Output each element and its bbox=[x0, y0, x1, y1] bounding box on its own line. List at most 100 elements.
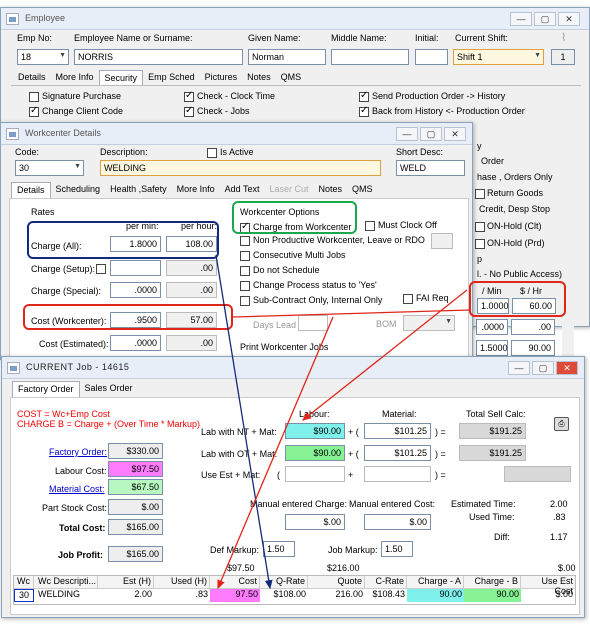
short-desc-field[interactable]: WELD bbox=[396, 160, 465, 176]
tab-details[interactable]: Details bbox=[11, 182, 51, 198]
initial-field[interactable] bbox=[415, 49, 448, 65]
tab-security[interactable]: Security bbox=[98, 70, 144, 86]
perm-checkbox[interactable] bbox=[359, 105, 369, 117]
grid-header[interactable]: Charge - B bbox=[464, 576, 521, 588]
perm-checkbox[interactable] bbox=[475, 239, 485, 249]
description-field[interactable]: WELDING bbox=[100, 160, 381, 176]
perm-checkbox[interactable] bbox=[359, 90, 369, 102]
tab-factory-order[interactable]: Factory Order bbox=[12, 381, 80, 397]
total-field[interactable]: $191.25 bbox=[459, 423, 526, 439]
grid-header[interactable]: Used (H) bbox=[154, 576, 210, 588]
given-field[interactable]: Norman bbox=[248, 49, 326, 65]
grid-cell[interactable]: 90.00 bbox=[407, 589, 464, 602]
maximize-button[interactable]: ▢ bbox=[532, 361, 554, 375]
grid-header[interactable]: C-Rate bbox=[365, 576, 407, 588]
grid-cell[interactable]: $108.43 bbox=[365, 589, 407, 602]
grid-cell[interactable]: $108.00 bbox=[260, 589, 308, 602]
rate-min-field[interactable]: .0000 bbox=[476, 319, 508, 335]
rate-min-field[interactable] bbox=[110, 260, 161, 276]
tab-add-text[interactable]: Add Text bbox=[220, 182, 265, 198]
grid-header[interactable]: Wc bbox=[14, 576, 34, 588]
grid-cell[interactable]: 30 bbox=[14, 589, 34, 602]
tab-qms[interactable]: QMS bbox=[347, 182, 378, 198]
grid-header[interactable]: Q-Rate bbox=[260, 576, 308, 588]
grid-cell[interactable]: 97.50 bbox=[210, 589, 260, 602]
tab-sales-order[interactable]: Sales Order bbox=[80, 381, 138, 397]
grid-cell[interactable]: 2.00 bbox=[98, 589, 154, 602]
rate-hour-field[interactable]: .00 bbox=[166, 260, 217, 276]
rate-hr-field[interactable]: .00 bbox=[511, 319, 555, 335]
table-row[interactable]: 30 WELDING 2.00 .83 97.50 $108.00 216.00… bbox=[14, 589, 575, 602]
manual-cost-field[interactable]: $.00 bbox=[364, 514, 431, 530]
material-field[interactable]: $101.25 bbox=[364, 445, 431, 461]
bom-select[interactable]: ▼ bbox=[403, 315, 455, 331]
rate-hour-field[interactable]: .00 bbox=[166, 335, 217, 351]
labour-field[interactable]: $90.00 bbox=[285, 423, 345, 439]
shift-number-field[interactable]: 1 bbox=[551, 49, 575, 65]
minimize-button[interactable]: — bbox=[396, 127, 418, 141]
material-cost-link[interactable]: Material Cost: bbox=[49, 484, 105, 494]
perm-checkbox[interactable] bbox=[29, 92, 39, 102]
paperclip-icon[interactable]: ⌇ bbox=[561, 31, 566, 44]
days-lead-field[interactable] bbox=[298, 315, 328, 331]
close-button[interactable]: ✕ bbox=[556, 361, 578, 375]
code-select[interactable]: 30 ▼ bbox=[15, 160, 84, 176]
material-field[interactable] bbox=[364, 466, 431, 482]
tab-qms[interactable]: QMS bbox=[276, 70, 307, 86]
grid-cell[interactable]: WELDING bbox=[34, 589, 98, 602]
surname-field[interactable]: NORRIS bbox=[74, 49, 243, 65]
middle-field[interactable] bbox=[331, 49, 409, 65]
minimize-button[interactable]: — bbox=[510, 12, 532, 26]
rate-min-field[interactable]: .0000 bbox=[110, 282, 161, 298]
labour-field[interactable]: $90.00 bbox=[285, 445, 345, 461]
must-clock-checkbox[interactable] bbox=[365, 221, 375, 231]
total-field[interactable] bbox=[504, 466, 571, 482]
perm-checkbox[interactable] bbox=[184, 90, 194, 102]
tab-scheduling[interactable]: Scheduling bbox=[51, 182, 106, 198]
tab-laser-cut[interactable]: Laser Cut bbox=[264, 182, 313, 198]
grid-header[interactable]: Use Est Cost bbox=[521, 576, 575, 596]
labour-cost-field[interactable]: $97.50 bbox=[108, 461, 163, 477]
grid-header[interactable]: Wc Descripti... bbox=[34, 576, 98, 588]
grid-header[interactable]: Cost bbox=[210, 576, 260, 588]
setup-checkbox[interactable] bbox=[96, 264, 106, 274]
perm-checkbox[interactable] bbox=[475, 189, 485, 199]
option-checkbox[interactable] bbox=[240, 296, 250, 306]
close-button[interactable]: ✕ bbox=[444, 127, 466, 141]
job-markup-field[interactable]: 1.50 bbox=[381, 541, 413, 557]
printer-icon[interactable]: ⎙ bbox=[554, 417, 569, 431]
perm-checkbox[interactable] bbox=[475, 222, 485, 232]
minimize-button[interactable]: — bbox=[508, 361, 530, 375]
option-checkbox[interactable] bbox=[240, 236, 250, 246]
perm-checkbox[interactable] bbox=[29, 105, 39, 117]
fai-checkbox[interactable] bbox=[403, 294, 413, 304]
def-markup-field[interactable]: 1.50 bbox=[263, 541, 295, 557]
material-field[interactable]: $101.25 bbox=[364, 423, 431, 439]
leave-field[interactable] bbox=[431, 233, 453, 249]
total-field[interactable]: $191.25 bbox=[459, 445, 526, 461]
option-checkbox[interactable] bbox=[240, 266, 250, 276]
factory-order-link[interactable]: Factory Order: bbox=[49, 447, 107, 457]
total-cost-field[interactable]: $165.00 bbox=[108, 519, 163, 535]
tab-more-info[interactable]: More Info bbox=[51, 70, 99, 86]
rate-min-field[interactable]: 1.5000 bbox=[476, 340, 508, 356]
grid-cell[interactable]: 90.00 bbox=[464, 589, 521, 602]
grid-cell[interactable]: $.00 bbox=[521, 589, 575, 602]
is-active-checkbox[interactable] bbox=[207, 148, 217, 158]
option-checkbox[interactable] bbox=[240, 281, 250, 291]
rate-hour-field[interactable]: .00 bbox=[166, 282, 217, 298]
tab-pictures[interactable]: Pictures bbox=[200, 70, 243, 86]
grid-header[interactable]: Est (H) bbox=[98, 576, 154, 588]
grid-cell[interactable]: 216.00 bbox=[308, 589, 365, 602]
maximize-button[interactable]: ▢ bbox=[534, 12, 556, 26]
maximize-button[interactable]: ▢ bbox=[420, 127, 442, 141]
grid-header[interactable]: Quote bbox=[308, 576, 365, 588]
grid-cell[interactable]: .83 bbox=[154, 589, 210, 602]
tab-notes[interactable]: Notes bbox=[314, 182, 348, 198]
job-profit-field[interactable]: $165.00 bbox=[108, 546, 163, 562]
tab-health-safety[interactable]: Health ,Safety bbox=[105, 182, 172, 198]
factory-order-field[interactable]: $330.00 bbox=[108, 443, 163, 459]
tab-emp-sched[interactable]: Emp Sched bbox=[143, 70, 200, 86]
grid-header[interactable]: Charge - A bbox=[407, 576, 464, 588]
part-stock-field[interactable]: $.00 bbox=[108, 499, 163, 515]
